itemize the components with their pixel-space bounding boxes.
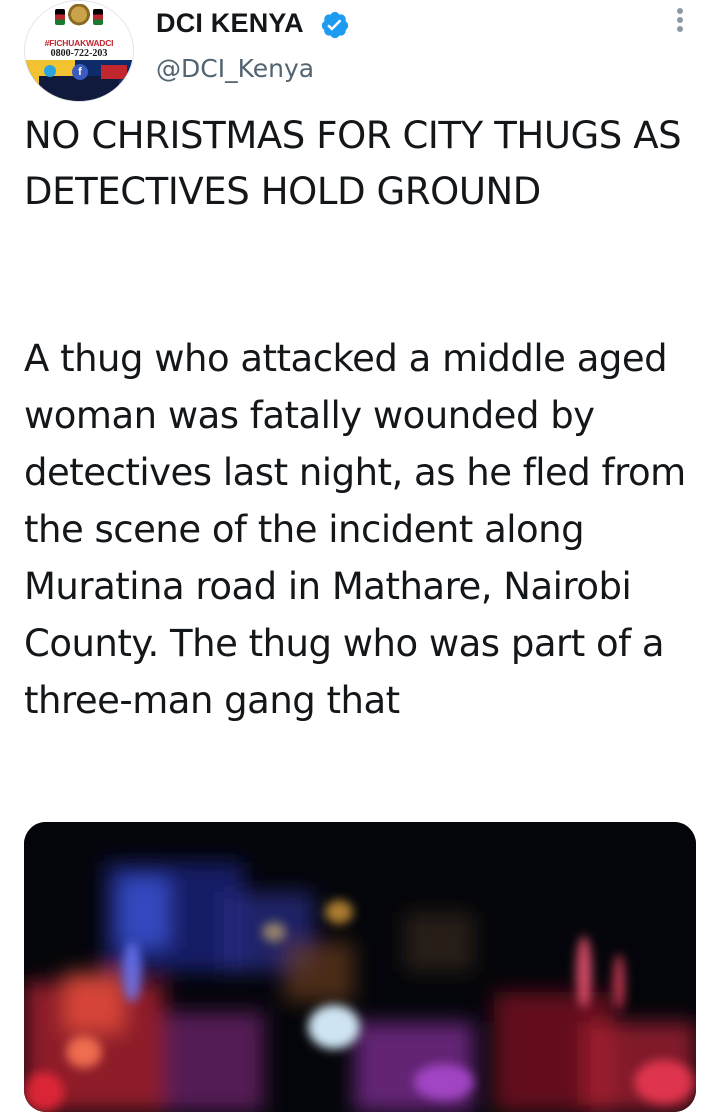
- display-name[interactable]: DCI KENYA: [156, 8, 304, 39]
- account-handle[interactable]: @DCI_Kenya: [156, 54, 314, 83]
- avatar-hashtag: #FICHUAKWADCI: [44, 38, 114, 48]
- more-dot: [677, 8, 683, 14]
- avatar-phone: 0800-722-203: [50, 48, 108, 59]
- facebook-icon: f: [72, 64, 88, 80]
- blurred-photo: [24, 822, 696, 1112]
- more-dot: [677, 26, 683, 32]
- tweet-body: A thug who attacked a middle aged woman …: [24, 337, 686, 722]
- more-vertical-icon[interactable]: [668, 8, 692, 42]
- coat-of-arms-icon: [67, 4, 91, 30]
- twitter-icon: [44, 65, 56, 77]
- dci-badge-icon: [101, 65, 127, 79]
- more-dot: [677, 17, 683, 23]
- verified-badge-icon: [321, 11, 349, 39]
- flag-icon: [55, 9, 65, 25]
- flag-icon: [93, 9, 103, 25]
- tweet-headline: NO CHRISTMAS FOR CITY THUGS AS DETECTIVE…: [24, 114, 682, 213]
- avatar[interactable]: #FICHUAKWADCI 0800-722-203 f: [24, 0, 134, 102]
- tweet-card: #FICHUAKWADCI 0800-722-203 f DCI KENYA @…: [0, 0, 720, 1112]
- tweet-media-image[interactable]: [24, 822, 696, 1112]
